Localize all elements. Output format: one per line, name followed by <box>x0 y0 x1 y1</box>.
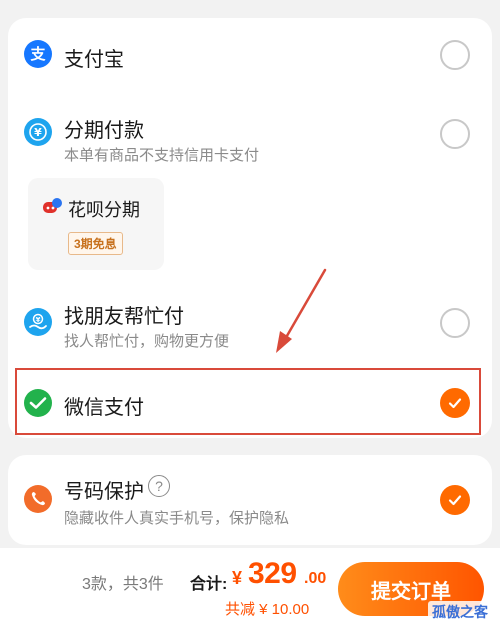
installment-radio[interactable] <box>440 119 470 149</box>
total-label: 合计: <box>190 576 228 593</box>
number-protection-subtitle: 隐藏收件人真实手机号，保护隐私 <box>64 510 290 527</box>
watermark: 孤傲之客 <box>428 601 492 623</box>
phone-shield-icon <box>24 485 52 513</box>
checkout-bar: 3款，共3件 合计: ¥ 329 .00 共减 ¥ 10.00 提交订单 孤傲之… <box>0 548 500 629</box>
interest-free-badge: 3期免息 <box>68 232 123 255</box>
svg-text:¥: ¥ <box>36 316 41 324</box>
alipay-icon: 支 <box>24 40 52 68</box>
huabei-installment-option[interactable]: 花呗分期 3期免息 <box>28 178 164 270</box>
payment-option-friend-pay[interactable]: ¥ 找朋友帮忙付 找人帮忙付，购物更方便 <box>8 296 492 366</box>
svg-text:¥: ¥ <box>34 126 42 139</box>
annotation-arrow <box>276 268 327 353</box>
svg-text:支: 支 <box>29 45 46 63</box>
payment-option-alipay[interactable]: 支 支付宝 <box>8 18 492 93</box>
item-summary: 3款，共3件 <box>82 576 164 593</box>
total-amount-integer: 329 <box>248 557 297 590</box>
payment-option-installment[interactable]: ¥ 分期付款 本单有商品不支持信用卡支付 <box>8 106 492 176</box>
friend-pay-icon: ¥ <box>24 308 52 336</box>
installment-label: 分期付款 <box>64 120 144 142</box>
total-currency: ¥ <box>232 568 243 588</box>
number-protection-label: 号码保护 <box>64 481 144 503</box>
number-protection-card: 号码保护 ? 隐藏收件人真实手机号，保护隐私 <box>8 455 492 545</box>
number-protection-checkbox-checked[interactable] <box>440 485 470 515</box>
annotation-highlight-box <box>15 368 481 435</box>
check-icon <box>448 495 462 506</box>
help-icon[interactable]: ? <box>148 475 170 497</box>
installment-subtitle: 本单有商品不支持信用卡支付 <box>64 147 260 164</box>
friend-pay-radio[interactable] <box>440 308 470 338</box>
discount-amount: 共减 ¥ 10.00 <box>225 601 310 618</box>
alipay-label: 支付宝 <box>64 49 124 71</box>
friend-pay-subtitle: 找人帮忙付，购物更方便 <box>64 333 230 350</box>
total-amount-decimal: .00 <box>304 570 327 587</box>
alipay-radio[interactable] <box>440 40 470 70</box>
huabei-label: 花呗分期 <box>68 200 140 220</box>
installment-icon: ¥ <box>24 118 52 146</box>
friend-pay-label: 找朋友帮忙付 <box>64 306 184 328</box>
huabei-logo-icon <box>42 196 64 216</box>
